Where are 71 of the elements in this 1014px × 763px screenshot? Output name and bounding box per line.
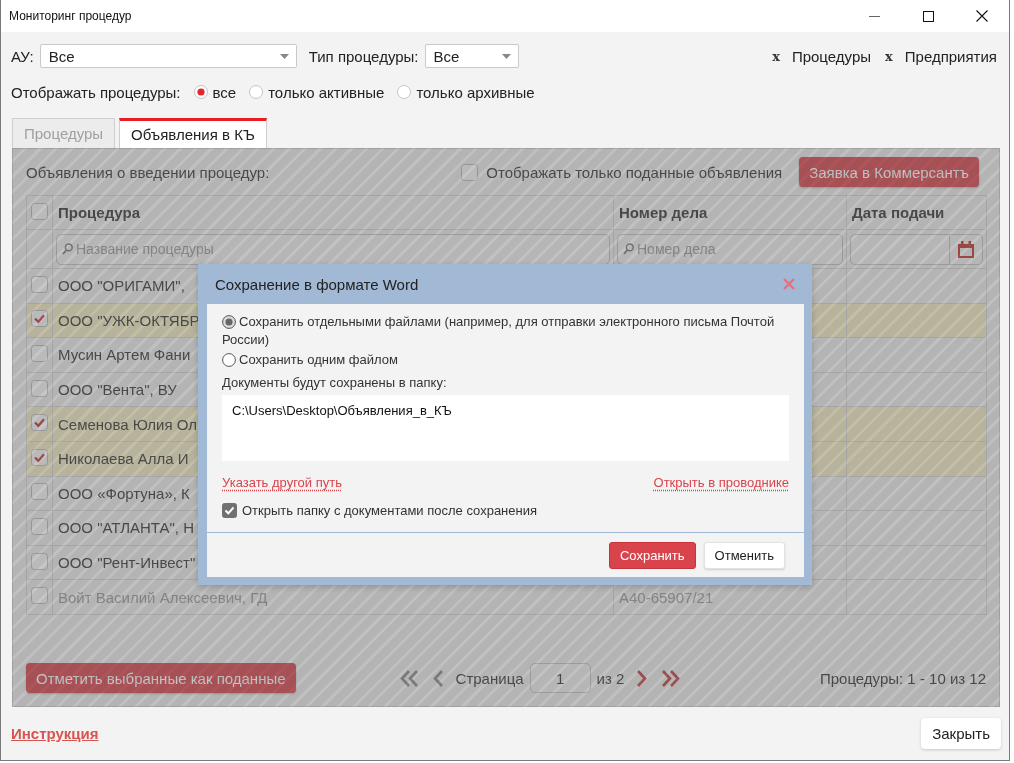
- radio-label[interactable]: только активные: [268, 83, 385, 101]
- checkbox[interactable]: [31, 310, 48, 328]
- help-link[interactable]: Инструкция: [11, 725, 99, 742]
- date-field[interactable]: [850, 233, 983, 265]
- section-heading: Объявления о введении процедур:: [26, 163, 270, 181]
- close-icon[interactable]: [976, 10, 988, 22]
- checkbox[interactable]: [31, 345, 48, 362]
- procedure-name: ООО "Рент-Инвест": [58, 554, 196, 572]
- checkbox[interactable]: [31, 379, 48, 397]
- checkbox-label[interactable]: Отображать только поданные объявления: [486, 163, 783, 181]
- procedure-name: ООО "АТЛАНТА", Н: [58, 519, 194, 537]
- checkbox-label[interactable]: Открыть папку с документами после сохранения: [242, 502, 537, 518]
- tag-label: Процедуры: [791, 47, 871, 65]
- field-label: Тип процедуры:: [308, 47, 419, 65]
- radio-button[interactable]: [397, 85, 412, 99]
- procedure-name: Семенова Юлия Ол: [58, 415, 197, 433]
- search-icon: [623, 243, 634, 255]
- remove-button[interactable]: x: [883, 48, 895, 64]
- procedure-name: ООО "УЖК-ОКТЯБР: [58, 311, 200, 329]
- tag-label: Предприятия: [904, 47, 997, 65]
- procedure-name: ООО "Вента", ВУ: [58, 381, 177, 399]
- caret-icon: [501, 53, 511, 59]
- tab[interactable]: Объявления в КЪ: [119, 118, 267, 148]
- search-icon: [62, 243, 73, 255]
- checkbox[interactable]: [31, 448, 48, 466]
- cancel-button[interactable]: Отменить: [703, 542, 785, 569]
- checkbox[interactable]: [31, 552, 48, 570]
- maximize-icon[interactable]: [922, 10, 934, 22]
- procedure-name: Николаева Алла И: [58, 450, 189, 468]
- procedure-name: Мусин Артем Фани: [58, 346, 191, 364]
- procedure-name: ООО «Фортуна», К: [58, 484, 190, 502]
- window-title: Мониторинг процедур: [9, 9, 132, 23]
- close-button[interactable]: Закрыть: [921, 718, 1001, 749]
- folder-label: Документы будут сохранены в папку:: [222, 374, 448, 392]
- procedure-name: ООО "ОРИГАМИ",: [58, 277, 185, 295]
- page-total: из 2: [596, 669, 625, 687]
- column-header[interactable]: Дата подачи: [846, 195, 987, 230]
- save-button[interactable]: Сохранить: [609, 542, 696, 569]
- column-header[interactable]: Номер дела: [613, 195, 847, 230]
- chevron-right-icon[interactable]: [636, 668, 649, 688]
- checkbox[interactable]: [461, 163, 479, 181]
- field-label: Отображать процедуры:: [11, 83, 181, 101]
- page-field[interactable]: 1: [529, 663, 591, 693]
- double-chevron-right-icon[interactable]: [660, 668, 682, 688]
- checkbox[interactable]: [31, 275, 48, 293]
- checkbox[interactable]: [31, 202, 48, 220]
- radio-button[interactable]: [249, 85, 264, 99]
- remove-button[interactable]: x: [770, 48, 782, 64]
- column-header[interactable]: Процедура: [52, 195, 614, 230]
- checkbox[interactable]: [31, 517, 48, 535]
- caret-icon: [279, 53, 289, 59]
- field-label: АУ:: [11, 47, 34, 65]
- record-count: Процедуры: 1 - 10 из 12: [819, 669, 986, 687]
- calendar-icon[interactable]: [958, 240, 974, 258]
- folder-path-field[interactable]: C:\Users\Desktop\Объявления_в_КЪ: [222, 395, 789, 461]
- radio-label[interactable]: только архивные: [416, 83, 535, 101]
- dropdown[interactable]: Все: [39, 44, 297, 68]
- dialog-title: Сохранение в формате Word: [215, 275, 419, 293]
- page-label: Страница: [455, 669, 524, 687]
- checkbox[interactable]: [31, 483, 48, 501]
- radio-label[interactable]: Сохранить отдельными файлами (например, для отправки электронного письма Почтой России): [222, 313, 789, 349]
- dropdown[interactable]: Все: [424, 44, 519, 68]
- radio-button[interactable]: [222, 315, 236, 329]
- radio-label[interactable]: все: [212, 83, 237, 101]
- minimize-icon[interactable]: [868, 15, 880, 17]
- radio-label[interactable]: Сохранить одним файлом: [222, 351, 789, 369]
- checkbox[interactable]: [31, 414, 48, 432]
- radio-button[interactable]: [222, 353, 236, 367]
- checkbox[interactable]: [222, 502, 237, 518]
- radio-button[interactable]: [193, 85, 208, 99]
- link[interactable]: Указать другой путь: [222, 474, 342, 490]
